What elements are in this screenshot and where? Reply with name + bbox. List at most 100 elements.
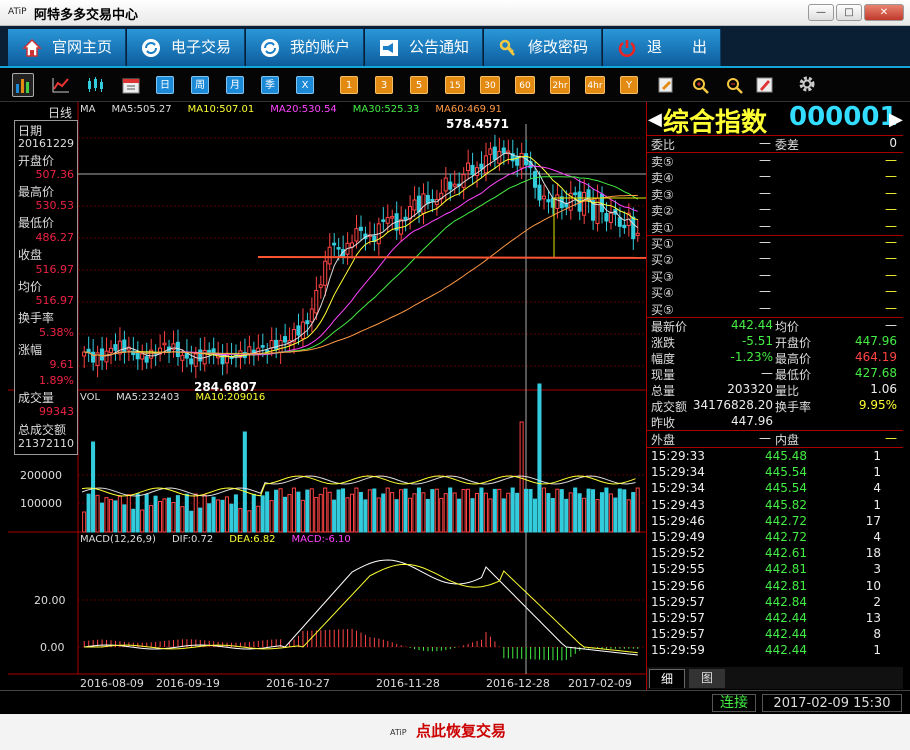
info-value: 5.38%	[39, 326, 74, 339]
ma-series	[84, 152, 639, 359]
candle-body	[269, 340, 274, 349]
minimize-button[interactable]: —	[808, 4, 834, 21]
gear-icon	[799, 76, 815, 92]
candle-body	[336, 247, 341, 250]
macd-series	[83, 559, 639, 661]
tab-detail[interactable]: 细	[649, 669, 685, 688]
tick-price: 442.72	[765, 513, 807, 528]
candle-body	[452, 183, 457, 187]
period-quarter-button[interactable]: 季	[261, 76, 279, 94]
volume-bar	[184, 493, 189, 533]
candle-body	[193, 353, 198, 367]
volume-bar	[251, 493, 256, 533]
volume-bar	[604, 487, 609, 533]
candle-body	[381, 219, 386, 222]
period-day-button[interactable]: 日	[156, 76, 174, 94]
legend-item: MA10:507.01	[187, 104, 255, 115]
level-vol: —	[885, 169, 897, 184]
legend-item: MA10:209016	[195, 392, 266, 403]
draw-tool[interactable]	[754, 76, 776, 94]
menu-label: 官网主页	[52, 38, 113, 56]
stock-code: 000001	[789, 102, 898, 132]
restore-trading-link[interactable]: 点此恢复交易	[416, 720, 506, 741]
minute-60-button[interactable]: 60	[515, 76, 535, 94]
zoom-out-tool[interactable]	[724, 76, 746, 94]
level-price: —	[759, 169, 771, 184]
volume-bar	[457, 498, 462, 533]
level-price: —	[759, 202, 771, 217]
line-chart-tool[interactable]	[50, 76, 72, 94]
date-label: 2017-02-09	[568, 677, 632, 690]
vol-tick: 100000	[20, 497, 62, 510]
tick-price: 445.48	[765, 449, 807, 463]
volume-bar	[113, 500, 118, 533]
volume-bar	[452, 492, 457, 533]
waipan-label: 外盘	[651, 433, 676, 447]
volume-bar	[345, 497, 350, 533]
maximize-button[interactable]: □	[836, 4, 862, 21]
volume-bar	[635, 487, 640, 533]
tick-price: 442.72	[765, 530, 807, 544]
volume-bar	[564, 498, 569, 533]
tick-price: 442.84	[765, 594, 807, 609]
candle-body	[247, 346, 252, 355]
zoom-in-tool[interactable]	[690, 76, 712, 94]
menu-password[interactable]: 修改密码	[484, 29, 602, 66]
year-button[interactable]: Y	[620, 76, 638, 94]
minute-1-button[interactable]: 1	[340, 76, 358, 94]
volume-bar	[318, 493, 323, 533]
volume-bar	[439, 497, 444, 533]
volume-bar	[608, 493, 613, 533]
prev-stock-button[interactable]: ◀	[648, 109, 662, 130]
buy-level-row: 买⑤ — —	[647, 301, 903, 317]
level-price: —	[759, 218, 771, 233]
info-label: 收盘	[18, 248, 43, 262]
hour-2-button[interactable]: 2hr	[550, 76, 570, 94]
menu-account[interactable]: 我的账户	[246, 29, 364, 66]
bar-chart-icon	[16, 79, 29, 93]
period-month-button[interactable]: 月	[226, 76, 244, 94]
bar-chart-tool[interactable]	[12, 73, 34, 97]
candlestick-tool[interactable]	[84, 76, 106, 94]
volume-bar	[631, 492, 636, 533]
close-button[interactable]: ✕	[864, 4, 904, 21]
volume-bar	[573, 487, 578, 533]
candle-body	[582, 191, 587, 216]
edit-tool[interactable]	[655, 76, 677, 94]
menu-trade[interactable]: 电子交易	[127, 29, 245, 66]
stat-label: 最新价	[651, 320, 688, 334]
tick-row: 15:29:57 442.44 8	[647, 627, 903, 643]
sell-level-row: 卖② — —	[647, 202, 903, 218]
minute-5-button[interactable]: 5	[410, 76, 428, 94]
menu-home[interactable]: 官网主页	[8, 29, 126, 66]
tick-row: 15:29:55 442.81 3	[647, 562, 903, 578]
level-vol: —	[885, 251, 897, 266]
period-x-button[interactable]: X	[296, 76, 314, 94]
settings-tool[interactable]	[796, 74, 818, 92]
tab-chart[interactable]: 图	[689, 669, 725, 688]
menu-logout[interactable]: 退 出	[603, 29, 721, 66]
stat-label: 最高价	[775, 352, 812, 366]
level-label: 买①	[651, 237, 674, 251]
volume-bar	[599, 492, 604, 533]
tick-time: 15:29:56	[651, 578, 705, 593]
minute-15-button[interactable]: 15	[445, 76, 465, 94]
stat-row: 最新价 442.44 均价 —	[647, 318, 903, 334]
ma-legend: MA MA5:505.27 MA10:507.01 MA20:530.54 MA30:5…	[80, 104, 518, 115]
period-week-button[interactable]: 周	[191, 76, 209, 94]
hour-4-button[interactable]: 4hr	[585, 76, 605, 94]
candle-body	[412, 199, 417, 211]
level-price: —	[759, 300, 771, 315]
candle-body	[296, 325, 301, 336]
info-label: 成交量	[18, 391, 55, 405]
menu-notice[interactable]: 公告通知	[365, 29, 483, 66]
minute-3-button[interactable]: 3	[375, 76, 393, 94]
kline-chart-area[interactable]: 578.4571 284.6807 200000 100000 20.00 0.…	[8, 102, 773, 690]
calendar-tool[interactable]	[120, 76, 142, 94]
minute-30-button[interactable]: 30	[480, 76, 500, 94]
volume-bar	[390, 492, 395, 533]
volume-bar	[528, 488, 533, 533]
date-label: 2016-11-28	[376, 677, 440, 690]
legend-item: MACD:-6.10	[291, 534, 351, 545]
next-stock-button[interactable]: ▶	[889, 109, 903, 130]
